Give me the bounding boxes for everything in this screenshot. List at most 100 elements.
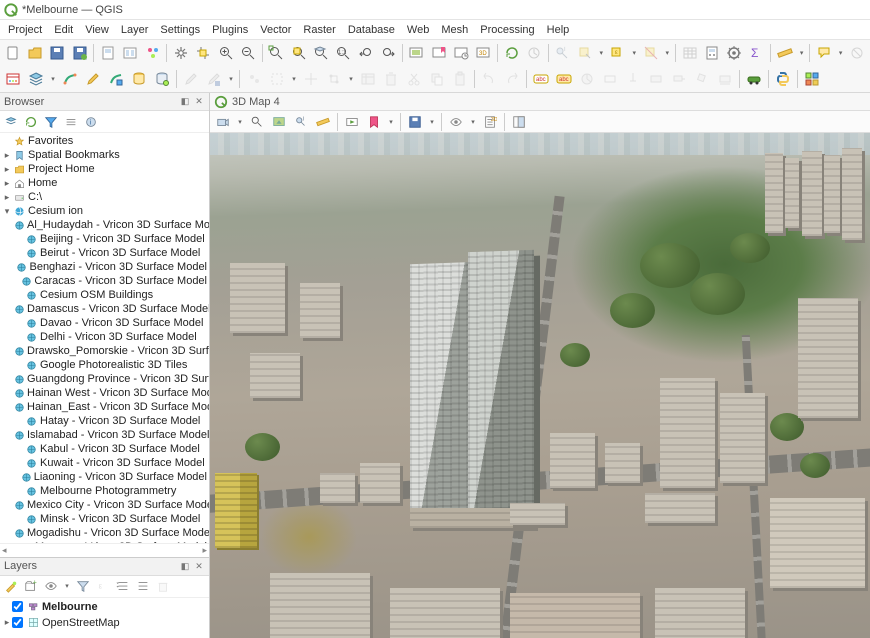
layer-visibility-checkbox[interactable]: [12, 601, 23, 612]
browser-item-project-home[interactable]: ▸Project Home: [0, 162, 209, 176]
cesium-asset-item[interactable]: Cesium OSM Buildings: [0, 288, 209, 302]
layer-item-openstreetmap[interactable]: ▸OpenStreetMap: [0, 615, 209, 631]
zoom-selection-button[interactable]: [288, 42, 309, 64]
new-bookmark-button[interactable]: [428, 42, 449, 64]
cesium-asset-item[interactable]: Delhi - Vricon 3D Surface Model: [0, 330, 209, 344]
undo-button[interactable]: [478, 68, 500, 90]
zoom-out-button[interactable]: [237, 42, 258, 64]
browser-item-favorites[interactable]: Favorites: [0, 134, 209, 148]
maptips-button[interactable]: [813, 42, 834, 64]
move-label-button[interactable]: [668, 68, 690, 90]
zoom-in-button[interactable]: [215, 42, 236, 64]
map3d-bookmark-button[interactable]: [364, 112, 384, 132]
open-project-button[interactable]: [24, 42, 45, 64]
measure-dropdown-icon[interactable]: [797, 49, 807, 57]
layers-tree[interactable]: Melbourne▸OpenStreetMap: [0, 598, 209, 638]
select-value-dropdown-icon[interactable]: [629, 49, 639, 57]
layers-expression-button[interactable]: ε: [94, 577, 112, 595]
layers-undock-icon[interactable]: ◧: [179, 560, 191, 572]
expand-icon[interactable]: ▾: [2, 206, 12, 217]
layout-manager-button[interactable]: [120, 42, 141, 64]
new-shapefile-button[interactable]: [105, 68, 127, 90]
cesium-asset-item[interactable]: Melbourne Photogrammetry: [0, 484, 209, 498]
layers-expand-button[interactable]: [114, 577, 132, 595]
new-geopackage-button[interactable]: [25, 68, 47, 90]
menu-help[interactable]: Help: [541, 22, 576, 38]
deselect-button[interactable]: [640, 42, 661, 64]
menu-edit[interactable]: Edit: [48, 22, 79, 38]
style-manager-button[interactable]: [142, 42, 163, 64]
measure-line-button[interactable]: [774, 42, 795, 64]
browser-item-spatial-bookmarks[interactable]: ▸Spatial Bookmarks: [0, 148, 209, 162]
cesium-asset-item[interactable]: Guangdong Province - Vricon 3D Surface: [0, 372, 209, 386]
pan-to-selection-button[interactable]: [193, 42, 214, 64]
browser-add-layer-button[interactable]: [2, 113, 20, 131]
browser-refresh-button[interactable]: [22, 113, 40, 131]
browser-collapse-button[interactable]: [62, 113, 80, 131]
menu-database[interactable]: Database: [342, 22, 401, 38]
new-3d-view-button[interactable]: 3D: [473, 42, 494, 64]
menu-layer[interactable]: Layer: [115, 22, 155, 38]
move-feature-button[interactable]: [300, 68, 322, 90]
toggle-editing-button[interactable]: [180, 68, 202, 90]
layers-visibility-button[interactable]: [42, 577, 60, 595]
cesium-asset-item[interactable]: Mogadishu - Vricon 3D Surface Model: [0, 526, 209, 540]
identify-button[interactable]: i: [552, 42, 573, 64]
select-by-value-button[interactable]: ε: [607, 42, 628, 64]
no-action-button[interactable]: [846, 42, 867, 64]
save-as-button[interactable]: [69, 42, 90, 64]
cesium-asset-item[interactable]: Damascus - Vricon 3D Surface Model: [0, 302, 209, 316]
cesium-asset-item[interactable]: Drawsko_Pomorskie - Vricon 3D Surface M: [0, 344, 209, 358]
map3d-camera-dropdown-icon[interactable]: [235, 118, 245, 126]
menu-project[interactable]: Project: [2, 22, 48, 38]
zoom-last-button[interactable]: [355, 42, 376, 64]
cesium-asset-item[interactable]: Islamabad - Vricon 3D Surface Model: [0, 428, 209, 442]
new-project-button[interactable]: [2, 42, 23, 64]
expand-icon[interactable]: ▸: [2, 150, 12, 161]
digitize-dropdown-icon[interactable]: [289, 75, 299, 83]
cesium-asset-item[interactable]: Benghazi - Vricon 3D Surface Model: [0, 260, 209, 274]
cesium-asset-item[interactable]: Davao - Vricon 3D Surface Model: [0, 316, 209, 330]
map3d-zoom-full-button[interactable]: [247, 112, 267, 132]
browser-properties-button[interactable]: i: [82, 113, 100, 131]
save-edits-button[interactable]: [203, 68, 225, 90]
rotate-label-button[interactable]: [691, 68, 713, 90]
cut-features-button[interactable]: [403, 68, 425, 90]
cesium-asset-item[interactable]: Kabul - Vricon 3D Surface Model: [0, 442, 209, 456]
map3d-dock-button[interactable]: [509, 112, 529, 132]
vertex-dropdown-icon[interactable]: [346, 75, 356, 83]
map-3d-viewport[interactable]: [210, 133, 870, 638]
cesium-asset-item[interactable]: Caracas - Vricon 3D Surface Model: [0, 274, 209, 288]
map3d-sync-2d-button[interactable]: [269, 112, 289, 132]
map3d-save-image-button[interactable]: [405, 112, 425, 132]
browser-undock-icon[interactable]: ◧: [179, 96, 191, 108]
copy-features-button[interactable]: [426, 68, 448, 90]
maptips-dropdown-icon[interactable]: [836, 49, 846, 57]
layer-item-melbourne[interactable]: Melbourne: [0, 599, 209, 615]
menu-settings[interactable]: Settings: [154, 22, 206, 38]
cesium-asset-item[interactable]: Minsk - Vricon 3D Surface Model: [0, 512, 209, 526]
map3d-effects-dropdown-icon[interactable]: [468, 118, 478, 126]
browser-hscrollbar[interactable]: ◂▸: [0, 543, 209, 557]
pan-map-button[interactable]: [170, 42, 191, 64]
label-abc-button[interactable]: abc: [530, 68, 552, 90]
expand-icon[interactable]: ▸: [2, 192, 12, 203]
new-layer-dropdown-icon[interactable]: [48, 75, 58, 83]
map3d-bookmark-dropdown-icon[interactable]: [386, 118, 396, 126]
menu-processing[interactable]: Processing: [474, 22, 540, 38]
map3d-identify-button[interactable]: i: [291, 112, 311, 132]
add-feature-button[interactable]: [243, 68, 265, 90]
cesium-asset-item[interactable]: Liaoning - Vricon 3D Surface Model: [0, 470, 209, 484]
highlight-labels-button[interactable]: [599, 68, 621, 90]
plugin-car-icon[interactable]: [743, 68, 765, 90]
show-stats-button[interactable]: [523, 42, 544, 64]
refresh-button[interactable]: [501, 42, 522, 64]
cesium-asset-item[interactable]: Mexico City - Vricon 3D Surface Model: [0, 498, 209, 512]
zoom-layer-button[interactable]: [310, 42, 331, 64]
delete-selected-button[interactable]: [380, 68, 402, 90]
layers-visibility-dropdown-icon[interactable]: [62, 582, 72, 590]
browser-close-icon[interactable]: ✕: [193, 96, 205, 108]
save-edits-dropdown-icon[interactable]: [226, 75, 236, 83]
show-labels-button[interactable]: [645, 68, 667, 90]
deselect-dropdown-icon[interactable]: [662, 49, 672, 57]
